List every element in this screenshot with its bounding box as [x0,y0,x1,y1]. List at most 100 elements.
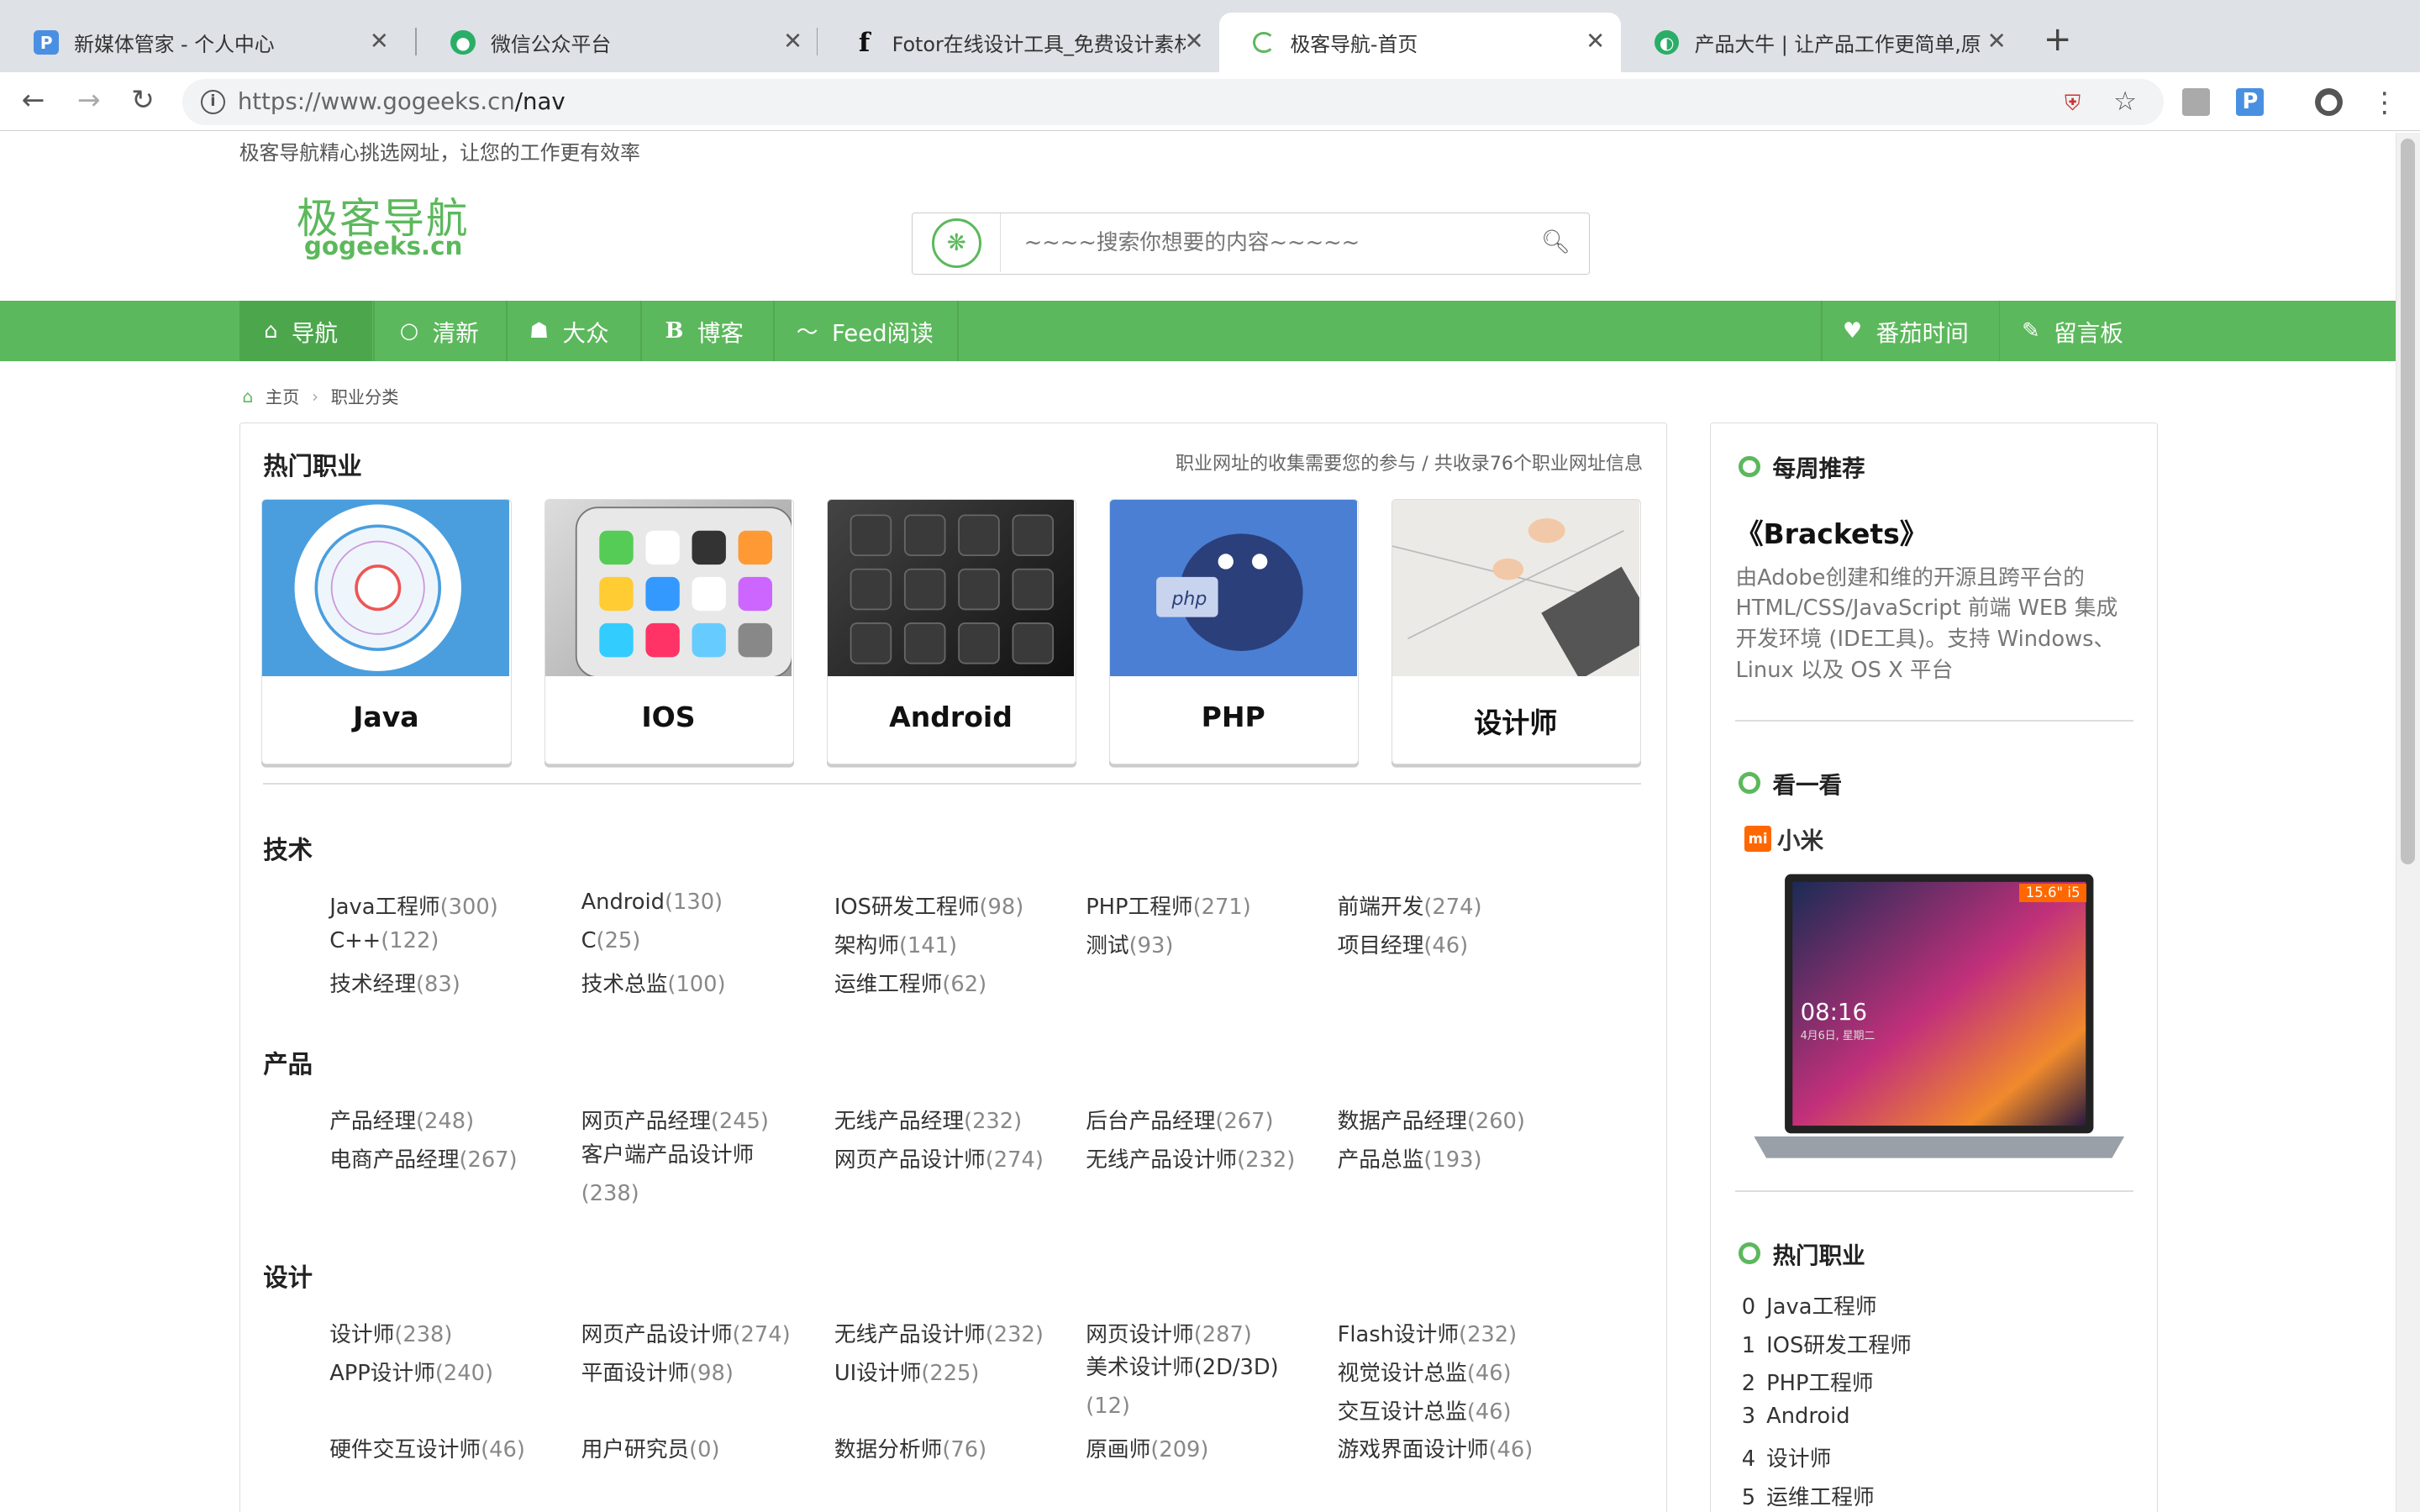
career-link[interactable]: 网页产品经理(245) [581,1104,769,1135]
nav-label: 大众 [562,319,609,347]
ad-brand[interactable]: mi 小米 [1744,822,1823,855]
menu-icon[interactable]: ⋮ [2370,88,2398,116]
nav-item-dazhong[interactable]: ☗ 大众 [508,301,640,361]
career-link[interactable]: 客户端产品设计师 (238) [581,1137,797,1214]
browser-tab-bar: P 新媒体管家 - 个人中心 ✕ ● 微信公众平台 ✕ f Fotor在线设计工… [0,0,2420,73]
browser-tab[interactable]: ◐ 产品大牛 | 让产品工作更简单,原 ✕ [1621,13,2023,73]
career-link[interactable]: 交互设计总监(46) [1338,1394,1512,1425]
career-link[interactable]: PHP工程师(271) [1086,890,1251,921]
close-icon[interactable]: ✕ [1185,28,1204,55]
browser-tab[interactable]: P 新媒体管家 - 个人中心 ✕ [0,13,404,73]
career-link[interactable]: UI设计师(225) [834,1356,980,1387]
career-link[interactable]: 平面设计师(98) [581,1356,734,1387]
xiaomi-logo-icon: mi [1744,825,1771,852]
career-link[interactable]: 游戏界面设计师(46) [1338,1432,1534,1463]
career-card-java[interactable]: Java [261,499,512,765]
career-link[interactable]: 无线产品经理(232) [834,1104,1022,1135]
scrollbar[interactable] [2395,132,2420,1512]
close-icon[interactable]: ✕ [1586,28,1605,55]
career-link[interactable]: C++(122) [329,928,439,953]
new-tab-icon[interactable]: + [2044,22,2072,55]
browser-tab-active[interactable]: 极客导航-首页 ✕ [1218,12,1621,73]
b-icon: B [665,318,684,344]
breadcrumb-home[interactable]: 主页 [266,384,299,408]
nav-item-feed[interactable]: 〜 Feed阅读 [775,301,957,361]
laptop-ad-image[interactable]: 15.6" i5 08:16 4月6日, 星期二 [1748,871,2131,1164]
career-link[interactable]: Android(130) [581,890,723,915]
nav-item-qingxin[interactable]: ○ 清新 [375,301,506,361]
ad-time: 08:16 [1800,999,1867,1026]
weekly-pick-title[interactable]: 《Brackets》 [1735,512,1927,552]
career-card-android[interactable]: Android [826,499,1077,765]
hot-list-item[interactable]: 1 IOS研发工程师 [1742,1328,1912,1359]
browser-tab[interactable]: f Fotor在线设计工具_免费设计素材 ✕ [818,13,1219,73]
career-link[interactable]: 电商产品经理(267) [329,1142,517,1173]
career-link[interactable]: 产品经理(248) [329,1104,474,1135]
career-link[interactable]: 运维工程师(62) [834,967,986,998]
career-link[interactable]: 网页产品设计师(274) [834,1142,1044,1173]
nav-item-boke[interactable]: B 博客 [642,301,773,361]
hot-list-item[interactable]: 4 设计师 [1742,1441,1832,1473]
career-link[interactable]: APP设计师(240) [329,1356,493,1387]
star-icon[interactable]: ☆ [2112,87,2139,116]
career-link[interactable]: 设计师(238) [329,1317,452,1348]
career-link[interactable]: 视觉设计总监(46) [1338,1356,1512,1387]
career-link[interactable]: 无线产品设计师(232) [834,1317,1044,1348]
hot-list-item[interactable]: 3 Android [1742,1404,1850,1429]
career-link[interactable]: 后台产品经理(267) [1086,1104,1273,1135]
site-logo-domain[interactable]: gogeeks.cn [304,232,463,260]
shield-icon[interactable]: ⛨ [2059,90,2086,118]
scrollbar-thumb[interactable] [2401,139,2415,864]
career-link[interactable]: 硬件交互设计师(46) [329,1432,525,1463]
career-link[interactable]: 项目经理(46) [1338,928,1469,959]
back-icon[interactable]: ← [22,84,45,116]
career-link[interactable]: 网页产品设计师(274) [581,1317,791,1348]
nav-item-tomato-time[interactable]: ♥ 番茄时间 [1823,301,1998,361]
career-card-designer[interactable]: 设计师 [1391,499,1642,765]
career-link[interactable]: 技术经理(83) [329,967,460,998]
reload-icon[interactable]: ↻ [131,84,155,116]
career-link[interactable]: C(25) [581,928,641,953]
close-icon[interactable]: ✕ [1987,28,2007,55]
search-input[interactable] [1023,227,1518,259]
search-icon[interactable]: 🔍︎ [1541,228,1570,255]
career-link[interactable]: 数据产品经理(260) [1338,1104,1525,1135]
address-bar[interactable]: i https://www.gogeeks.cn/nav ⛨ ☆ [182,78,2165,125]
career-link[interactable]: 无线产品设计师(232) [1086,1142,1295,1173]
account-icon[interactable]: ● [2315,87,2344,116]
career-card-ios[interactable]: IOS [544,499,795,765]
career-link[interactable]: 前端开发(274) [1338,890,1482,921]
career-link[interactable]: Java工程师(300) [329,890,498,921]
tab-title: 微信公众平台 [491,33,612,56]
career-link[interactable]: 网页设计师(287) [1086,1317,1252,1348]
career-link[interactable]: IOS研发工程师(98) [834,890,1023,921]
url-text[interactable]: https://www.gogeeks.cn/nav [238,88,566,115]
category-title: 产品 [263,1050,313,1079]
tab-title: 新媒体管家 - 个人中心 [74,33,275,56]
search-box: ❋ 🔍︎ [912,213,1590,275]
browser-tab[interactable]: ● 微信公众平台 ✕ [417,13,818,73]
close-icon[interactable]: ✕ [783,28,802,55]
career-link[interactable]: 测试(93) [1086,928,1173,959]
career-link[interactable]: Flash设计师(232) [1338,1317,1518,1348]
career-link[interactable]: 产品总监(193) [1338,1142,1482,1173]
hot-list-item[interactable]: 5 运维工程师 [1742,1480,1875,1511]
career-link[interactable]: 美术设计师(2D/3D) (12) [1086,1349,1318,1426]
extension-icon[interactable] [2182,87,2211,116]
hot-list-item[interactable]: 0 Java工程师 [1742,1289,1877,1320]
forward-icon[interactable]: → [77,84,101,116]
nav-item-daohang[interactable]: ⌂ 导航 [239,301,372,361]
nav-item-guestbook[interactable]: ✎ 留言板 [2000,301,2154,361]
breadcrumb-current: 职业分类 [330,387,399,408]
info-icon[interactable]: i [200,89,226,114]
close-icon[interactable]: ✕ [370,28,389,55]
career-link[interactable]: 架构师(141) [834,928,957,959]
career-link[interactable]: 原画师(209) [1086,1432,1208,1463]
career-link[interactable]: 用户研究员(0) [581,1432,720,1463]
career-link[interactable]: 数据分析师(76) [834,1432,986,1463]
career-link[interactable]: 技术总监(100) [581,967,726,998]
search-engine-selector[interactable]: ❋ [913,213,1002,273]
career-card-php[interactable]: php PHP [1108,499,1360,765]
p-extension-icon[interactable]: P [2236,87,2265,116]
hot-list-item[interactable]: 2 PHP工程师 [1742,1366,1874,1397]
